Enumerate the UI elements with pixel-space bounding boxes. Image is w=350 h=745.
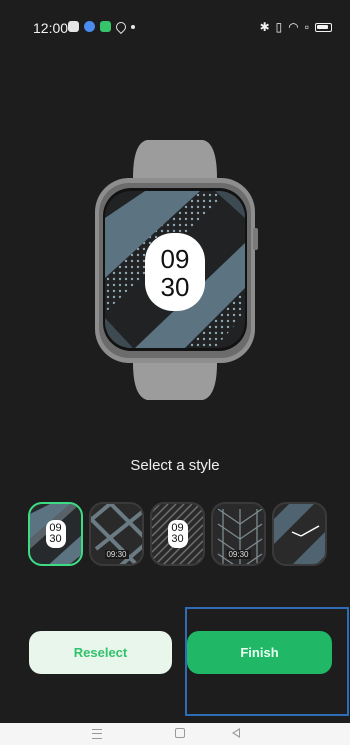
preview-minute: 30 xyxy=(161,272,190,302)
nfc-icon: ▫ xyxy=(304,20,309,34)
location-icon xyxy=(113,19,129,34)
battery-icon xyxy=(315,22,332,32)
home-icon[interactable] xyxy=(175,728,185,738)
style-list: 09 30 09:30 09 30 09:30 xyxy=(28,502,327,566)
preview-hour: 09 xyxy=(161,244,190,274)
back-icon[interactable] xyxy=(232,728,240,738)
style-time-label: 09 30 xyxy=(45,520,66,548)
system-nav-bar xyxy=(0,723,350,745)
reselect-button[interactable]: Reselect xyxy=(29,631,172,674)
watch-preview: 09 30 xyxy=(0,138,350,403)
menu-icon[interactable] xyxy=(92,729,102,739)
notification-icons xyxy=(68,19,135,34)
style-thumb-stripes-diagonal[interactable]: 09 30 xyxy=(28,502,83,566)
vibrate-icon: ▯ xyxy=(275,20,283,34)
style-thumb-stripes-dense[interactable]: 09 30 xyxy=(150,502,205,566)
browser-icon xyxy=(84,21,95,32)
dot-icon xyxy=(131,24,135,29)
status-time: 12:00 xyxy=(33,20,69,36)
system-icons: ✱ ▯ ◠ ▫ xyxy=(260,20,332,34)
style-time-label: 09 30 xyxy=(167,520,188,548)
style-time-label: 09:30 xyxy=(104,550,129,559)
highlight-box xyxy=(185,607,349,716)
analog-preview xyxy=(274,504,325,564)
style-thumb-weave[interactable]: 09:30 xyxy=(211,502,266,566)
wifi-icon: ◠ xyxy=(288,20,299,34)
app-icon xyxy=(68,21,79,32)
page-title: Select a style xyxy=(130,457,220,474)
watch-illustration: 09 30 xyxy=(95,140,258,400)
style-time-label: 09:30 xyxy=(226,550,251,559)
bluetooth-icon: ✱ xyxy=(259,20,270,34)
style-thumb-analog[interactable] xyxy=(272,502,327,566)
green-app-icon xyxy=(100,21,111,32)
status-bar: 12:00 ✱ ▯ ◠ ▫ xyxy=(0,0,350,40)
style-thumb-lattice[interactable]: 09:30 xyxy=(89,502,144,566)
